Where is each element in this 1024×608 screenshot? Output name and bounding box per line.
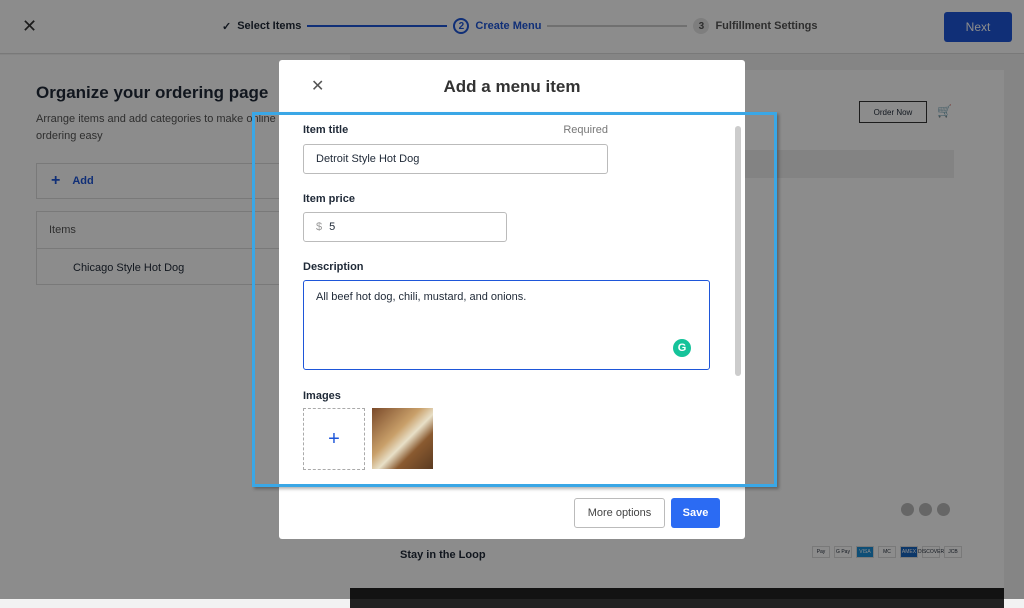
grammarly-icon[interactable]: G (673, 339, 691, 357)
currency-symbol: $ (316, 221, 323, 233)
image-thumbnail[interactable] (372, 408, 433, 469)
description-value: All beef hot dog, chili, mustard, and on… (316, 291, 527, 303)
modal-title: Add a menu item (443, 77, 581, 96)
modal-footer: More options Save (279, 486, 745, 539)
plus-icon: + (328, 427, 340, 450)
scrollbar[interactable] (735, 126, 741, 376)
price-value: 5 (329, 221, 336, 233)
close-icon[interactable]: ✕ (311, 76, 324, 96)
item-price-input[interactable]: $5 (303, 212, 507, 242)
description-label: Description (303, 261, 364, 273)
item-title-label: Item title (303, 124, 349, 136)
item-title-input[interactable]: Detroit Style Hot Dog (303, 144, 608, 174)
add-menu-item-modal: ✕ Add a menu item Item title Required Det… (279, 60, 745, 539)
save-button[interactable]: Save (671, 498, 720, 528)
required-label: Required (563, 124, 608, 136)
item-price-label: Item price (303, 193, 355, 205)
add-image-button[interactable]: + (303, 408, 365, 470)
more-options-button[interactable]: More options (574, 498, 665, 528)
images-label: Images (303, 390, 341, 402)
description-textarea[interactable]: All beef hot dog, chili, mustard, and on… (303, 280, 710, 370)
